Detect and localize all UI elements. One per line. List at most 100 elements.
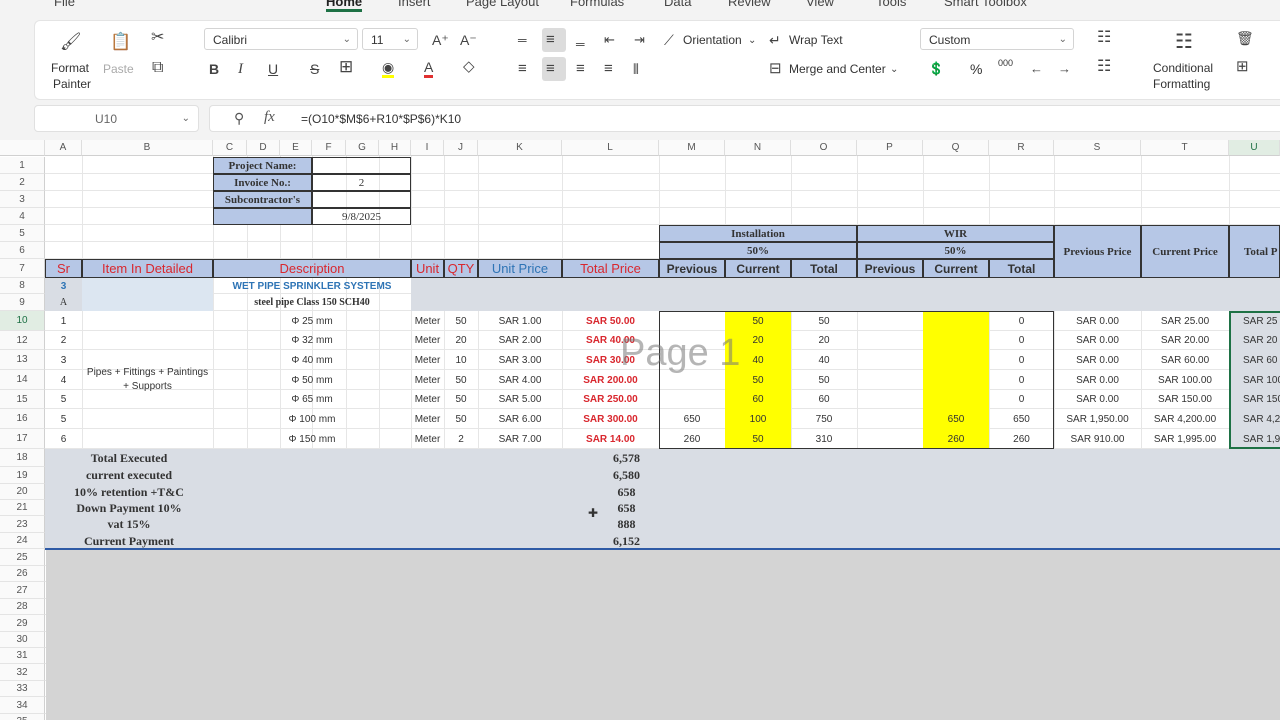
row-total-u[interactable]: SAR 60	[1229, 350, 1280, 370]
borders-icon[interactable]: ⊞	[339, 58, 353, 75]
row-sr[interactable]: 4	[45, 370, 82, 390]
row-wir-current[interactable]	[923, 331, 989, 350]
header-current[interactable]: Current	[923, 259, 989, 278]
header-qty[interactable]: QTY	[444, 259, 478, 278]
header-previous[interactable]: Previous	[857, 259, 923, 278]
row-previous-price[interactable]: SAR 1,950.00	[1054, 409, 1141, 429]
row-header-16[interactable]: 16	[0, 409, 45, 429]
font-size-combo[interactable]: 11 ⌄	[362, 28, 418, 50]
previous-price-header[interactable]: Previous Price	[1054, 225, 1141, 278]
row-qty[interactable]: 20	[444, 331, 478, 350]
row-header-24[interactable]: 24	[0, 533, 45, 549]
row-total-u[interactable]: SAR 150	[1229, 390, 1280, 409]
tab-tools[interactable]: Tools	[876, 0, 906, 9]
section-subtitle[interactable]: steel pipe Class 150 SCH40	[213, 294, 411, 311]
font-color-icon[interactable]: A	[424, 59, 434, 78]
tab-view[interactable]: View	[806, 0, 834, 9]
column-header-H[interactable]: H	[379, 140, 411, 156]
row-wir-previous[interactable]	[857, 429, 923, 449]
tab-file[interactable]: File	[54, 0, 75, 9]
decimal-decrease-icon[interactable]: →	[1058, 61, 1071, 77]
row-wir-total[interactable]: 0	[989, 390, 1054, 409]
row-unit-price[interactable]: SAR 6.00	[478, 409, 562, 429]
wrap-text-icon[interactable]: ↵	[769, 32, 781, 48]
summary-label[interactable]: Down Payment 10%	[45, 500, 213, 516]
tab-page-layout[interactable]: Page Layout	[466, 0, 539, 9]
column-header-O[interactable]: O	[791, 140, 857, 156]
subcontractor-value[interactable]	[312, 191, 411, 208]
row-sr[interactable]: 2	[45, 331, 82, 350]
section-title[interactable]: WET PIPE SPRINKLER SYSTEMS	[213, 278, 411, 294]
item-detail[interactable]: Pipes + Fittings + Paintings + Supports	[82, 311, 213, 449]
header-sr[interactable]: Sr	[45, 259, 82, 278]
row-header-23[interactable]: 23	[0, 516, 45, 533]
date-label[interactable]	[213, 208, 312, 225]
row-wir-current[interactable]: 260	[923, 429, 989, 449]
row-wir-previous[interactable]	[857, 370, 923, 390]
row-inst-total[interactable]: 50	[791, 311, 857, 331]
row-header-8[interactable]: 8	[0, 278, 45, 294]
row-header-33[interactable]: 33	[0, 681, 45, 697]
row-sr[interactable]: 5	[45, 409, 82, 429]
tab-insert[interactable]: Insert	[398, 0, 431, 9]
row-header-5[interactable]: 5	[0, 225, 45, 242]
row-qty[interactable]: 50	[444, 311, 478, 331]
row-total-u[interactable]: SAR 1,99	[1229, 429, 1280, 449]
row-total-price[interactable]: SAR 300.00	[562, 409, 659, 429]
invoice-no-value[interactable]: 2	[312, 174, 411, 191]
row-inst-total[interactable]: 20	[791, 331, 857, 350]
row-header-4[interactable]: 4	[0, 208, 45, 225]
row-header-21[interactable]: 21	[0, 500, 45, 516]
formula-input[interactable]: =(O10*$M$6+R10*$P$6)*K10	[301, 112, 461, 126]
section-sr[interactable]: 3	[45, 278, 82, 294]
row-header-7[interactable]: 7	[0, 259, 45, 278]
merge-center-icon[interactable]: ⊟	[769, 61, 782, 77]
summary-value[interactable]: 658	[213, 484, 1280, 500]
row-header-35[interactable]: 35	[0, 714, 45, 720]
row-header-3[interactable]: 3	[0, 191, 45, 208]
column-header-B[interactable]: B	[82, 140, 213, 156]
row-wir-total[interactable]: 0	[989, 350, 1054, 370]
column-header-C[interactable]: C	[213, 140, 247, 156]
row-inst-previous[interactable]	[659, 390, 725, 409]
row-qty[interactable]: 10	[444, 350, 478, 370]
row-inst-current[interactable]: 50	[725, 311, 791, 331]
column-header-A[interactable]: A	[45, 140, 82, 156]
row-current-price[interactable]: SAR 20.00	[1141, 331, 1229, 350]
fill-color-icon[interactable]: ◉	[382, 59, 395, 78]
chevron-down-icon[interactable]: ⌄	[748, 33, 756, 49]
row-inst-current[interactable]: 50	[725, 429, 791, 449]
subcontractor-label[interactable]: Subcontractor's	[213, 191, 312, 208]
header-unit-price[interactable]: Unit Price	[478, 259, 562, 278]
column-header-D[interactable]: D	[247, 140, 280, 156]
cell-styles-icon[interactable]: ☷	[1097, 59, 1111, 75]
summary-value[interactable]: 6,152	[213, 533, 1280, 549]
number-format-combo[interactable]: Custom ⌄	[920, 28, 1074, 50]
row-wir-total[interactable]: 650	[989, 409, 1054, 429]
row-wir-total[interactable]: 0	[989, 331, 1054, 350]
row-previous-price[interactable]: SAR 0.00	[1054, 390, 1141, 409]
row-total-price[interactable]: SAR 250.00	[562, 390, 659, 409]
header-current[interactable]: Current	[725, 259, 791, 278]
tab-formulas[interactable]: Formulas	[570, 0, 624, 9]
date-value[interactable]: 9/8/2025	[312, 208, 411, 225]
column-header-N[interactable]: N	[725, 140, 791, 156]
section-item-blank[interactable]	[82, 278, 213, 311]
row-header-25[interactable]: 25	[0, 549, 45, 566]
row-qty[interactable]: 2	[444, 429, 478, 449]
decimal-increase-icon[interactable]: ←	[1030, 61, 1043, 77]
row-unit-price[interactable]: SAR 7.00	[478, 429, 562, 449]
row-inst-total[interactable]: 40	[791, 350, 857, 370]
align-middle-icon[interactable]: ≡	[546, 32, 555, 48]
row-inst-previous[interactable]: 260	[659, 429, 725, 449]
row-wir-current[interactable]	[923, 370, 989, 390]
row-wir-previous[interactable]	[857, 311, 923, 331]
indent-decrease-icon[interactable]: ⇤	[604, 32, 615, 48]
row-unit-price[interactable]: SAR 4.00	[478, 370, 562, 390]
row-wir-current[interactable]: 650	[923, 409, 989, 429]
wir-header[interactable]: WIR	[857, 225, 1054, 242]
underline-icon[interactable]: U	[268, 61, 278, 77]
current-price-header[interactable]: Current Price	[1141, 225, 1229, 278]
header-previous[interactable]: Previous	[659, 259, 725, 278]
row-wir-current[interactable]	[923, 311, 989, 331]
